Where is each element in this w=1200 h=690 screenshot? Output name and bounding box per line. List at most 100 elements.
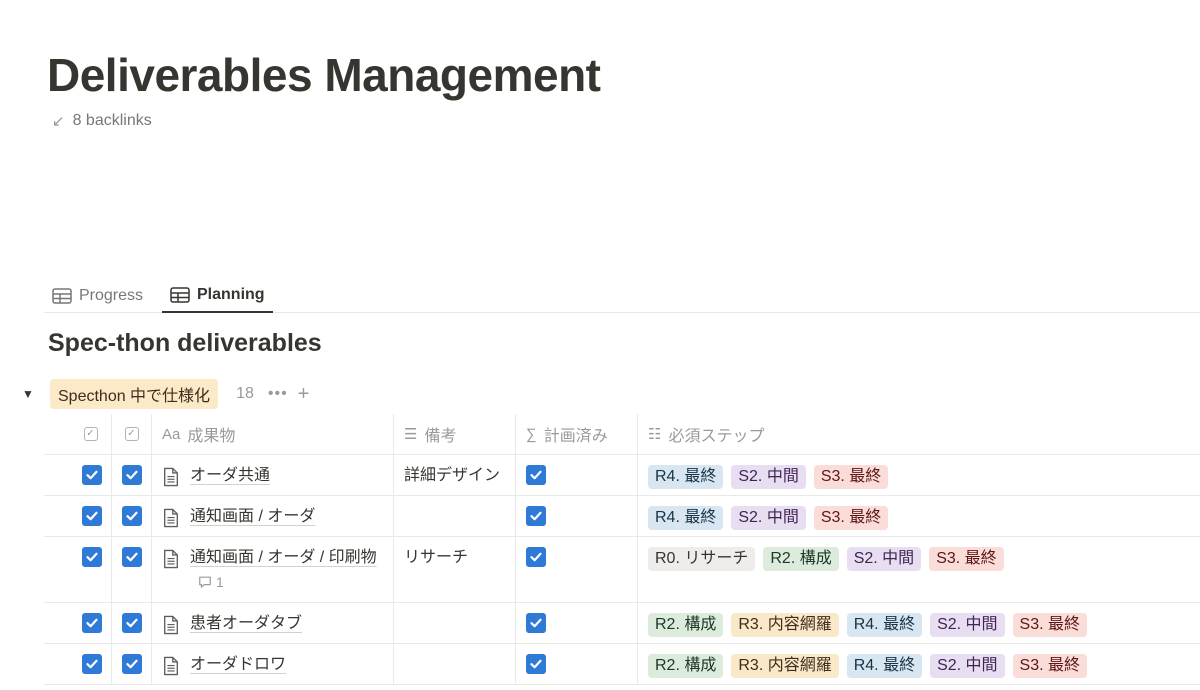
table-icon bbox=[52, 287, 72, 304]
steps-cell[interactable]: R4. 最終 S2. 中間 S3. 最終 bbox=[638, 455, 1200, 495]
step-tag: R4. 最終 bbox=[846, 613, 923, 637]
name-cell[interactable]: オーダ共通 bbox=[152, 455, 394, 495]
planned-checkbox[interactable] bbox=[526, 547, 546, 567]
planned-cell bbox=[516, 644, 638, 684]
planned-cell bbox=[516, 496, 638, 536]
step-tag: S2. 中間 bbox=[930, 613, 1005, 637]
backlinks-link[interactable]: ↙ 8 backlinks bbox=[52, 112, 152, 130]
list-icon: ☷ bbox=[648, 426, 662, 443]
steps-cell[interactable]: R0. リサーチ R2. 構成 S2. 中間 S3. 最終 bbox=[638, 537, 1200, 602]
name-cell[interactable]: 通知画面 / オーダ / 印刷物 1 bbox=[152, 537, 394, 602]
step-tag: S2. 中間 bbox=[731, 506, 806, 530]
select-checkbox[interactable] bbox=[82, 547, 102, 567]
table-row[interactable]: 通知画面 / オーダ / 印刷物 1 リサーチ R0. リサーチ R2. 構成 S2. 中… bbox=[44, 537, 1200, 603]
lines-icon: ☰ bbox=[404, 426, 418, 443]
done-checkbox[interactable] bbox=[122, 613, 142, 633]
step-tag: R0. リサーチ bbox=[648, 547, 756, 571]
note-cell[interactable]: 詳細デザイン bbox=[394, 455, 516, 495]
select-checkbox[interactable] bbox=[82, 613, 102, 633]
name-cell[interactable]: オーダドロワ bbox=[152, 644, 394, 684]
database-title[interactable]: Spec-thon deliverables bbox=[48, 329, 322, 358]
select-checkbox[interactable] bbox=[82, 465, 102, 485]
more-icon[interactable]: ••• bbox=[268, 385, 288, 403]
name-cell[interactable]: 患者オーダタブ bbox=[152, 603, 394, 643]
note-cell[interactable]: リサーチ bbox=[394, 537, 516, 602]
step-tag: R2. 構成 bbox=[648, 613, 724, 637]
deliverable-name[interactable]: 通知画面 / オーダ / 印刷物 bbox=[190, 549, 377, 566]
database-table: ✓ ✓ Aa 成果物 ☰ 備考 ∑ 計画済み ☷ 必須ステップ オーダ共通 詳細デザイン R… bbox=[44, 414, 1200, 685]
table-row[interactable]: 通知画面 / オーダ R4. 最終 S2. 中間 S3. 最終 bbox=[44, 496, 1200, 537]
arrow-down-left-icon: ↙ bbox=[52, 113, 65, 130]
tab-progress[interactable]: Progress bbox=[44, 278, 151, 313]
name-cell[interactable]: 通知画面 / オーダ bbox=[152, 496, 394, 536]
table-header: ✓ ✓ Aa 成果物 ☰ 備考 ∑ 計画済み ☷ 必須ステップ bbox=[44, 414, 1200, 455]
step-tag: S3. 最終 bbox=[929, 547, 1004, 571]
page-icon bbox=[162, 549, 182, 597]
deliverable-name[interactable]: オーダ共通 bbox=[190, 467, 270, 484]
plus-icon[interactable]: + bbox=[298, 383, 310, 406]
done-checkbox[interactable] bbox=[122, 506, 142, 526]
table-row[interactable]: オーダドロワ R2. 構成 R3. 内容網羅 R4. 最終 S2. 中間 S3. 最終 bbox=[44, 644, 1200, 685]
step-tag: R4. 最終 bbox=[648, 506, 724, 530]
planned-checkbox[interactable] bbox=[526, 613, 546, 633]
comment-count: 1 bbox=[216, 574, 224, 590]
tab-planning[interactable]: Planning bbox=[162, 278, 273, 313]
checkbox-icon: ✓ bbox=[124, 427, 139, 441]
step-tag: R2. 構成 bbox=[648, 654, 724, 678]
table-icon bbox=[170, 286, 190, 303]
note-cell[interactable] bbox=[394, 496, 516, 536]
row-checkbox-1 bbox=[44, 644, 112, 684]
steps-cell[interactable]: R4. 最終 S2. 中間 S3. 最終 bbox=[638, 496, 1200, 536]
deliverable-name[interactable]: 患者オーダタブ bbox=[190, 615, 302, 632]
step-tag: R4. 最終 bbox=[846, 654, 923, 678]
header-note[interactable]: ☰ 備考 bbox=[394, 414, 516, 454]
triangle-down-icon[interactable]: ▼ bbox=[22, 387, 42, 401]
step-tag: S3. 最終 bbox=[813, 506, 889, 530]
row-checkbox-1 bbox=[44, 603, 112, 643]
header-checkbox-1[interactable]: ✓ bbox=[44, 414, 112, 454]
deliverable-name[interactable]: 通知画面 / オーダ bbox=[190, 508, 315, 525]
step-tag: R2. 構成 bbox=[763, 547, 839, 571]
page-icon bbox=[162, 656, 182, 684]
table-row[interactable]: オーダ共通 詳細デザイン R4. 最終 S2. 中間 S3. 最終 bbox=[44, 455, 1200, 496]
select-checkbox[interactable] bbox=[82, 506, 102, 526]
step-tag: S2. 中間 bbox=[846, 547, 922, 571]
planned-checkbox[interactable] bbox=[526, 506, 546, 526]
view-tabs: Progress Planning bbox=[44, 272, 1200, 313]
header-steps[interactable]: ☷ 必須ステップ bbox=[638, 414, 1200, 454]
done-checkbox[interactable] bbox=[122, 547, 142, 567]
group-tag[interactable]: Specthon 中で仕様化 bbox=[50, 379, 219, 409]
note-text: リサーチ bbox=[404, 549, 469, 566]
steps-cell[interactable]: R2. 構成 R3. 内容網羅 R4. 最終 S2. 中間 S3. 最終 bbox=[638, 603, 1200, 643]
header-planned[interactable]: ∑ 計画済み bbox=[516, 414, 638, 454]
row-checkbox-2 bbox=[112, 603, 152, 643]
row-checkbox-2 bbox=[112, 455, 152, 495]
group-count: 18 bbox=[236, 385, 254, 402]
step-tag: S3. 最終 bbox=[813, 465, 889, 489]
header-name[interactable]: Aa 成果物 bbox=[152, 414, 394, 454]
planned-cell bbox=[516, 455, 638, 495]
select-checkbox[interactable] bbox=[82, 654, 102, 674]
table-row[interactable]: 患者オーダタブ R2. 構成 R3. 内容網羅 R4. 最終 S2. 中間 S3. 最終 bbox=[44, 603, 1200, 644]
note-text bbox=[394, 496, 515, 505]
row-checkbox-2 bbox=[112, 496, 152, 536]
done-checkbox[interactable] bbox=[122, 465, 142, 485]
planned-checkbox[interactable] bbox=[526, 654, 546, 674]
note-cell[interactable] bbox=[394, 644, 516, 684]
planned-checkbox[interactable] bbox=[526, 465, 546, 485]
header-checkbox-2[interactable]: ✓ bbox=[112, 414, 152, 454]
step-tag: S3. 最終 bbox=[1012, 613, 1088, 637]
row-checkbox-1 bbox=[44, 455, 112, 495]
comment-indicator[interactable]: 1 bbox=[198, 570, 224, 594]
row-checkbox-1 bbox=[44, 537, 112, 602]
note-cell[interactable] bbox=[394, 603, 516, 643]
done-checkbox[interactable] bbox=[122, 654, 142, 674]
deliverable-name[interactable]: オーダドロワ bbox=[190, 656, 286, 673]
note-text: 詳細デザイン bbox=[404, 467, 501, 484]
steps-cell[interactable]: R2. 構成 R3. 内容網羅 R4. 最終 S2. 中間 S3. 最終 bbox=[638, 644, 1200, 684]
note-text bbox=[394, 603, 515, 612]
step-tag: R4. 最終 bbox=[648, 465, 724, 489]
step-tag: S2. 中間 bbox=[930, 654, 1005, 678]
group-header: ▼ Specthon 中で仕様化 18 ••• + bbox=[22, 379, 310, 409]
step-tag: S3. 最終 bbox=[1012, 654, 1088, 678]
